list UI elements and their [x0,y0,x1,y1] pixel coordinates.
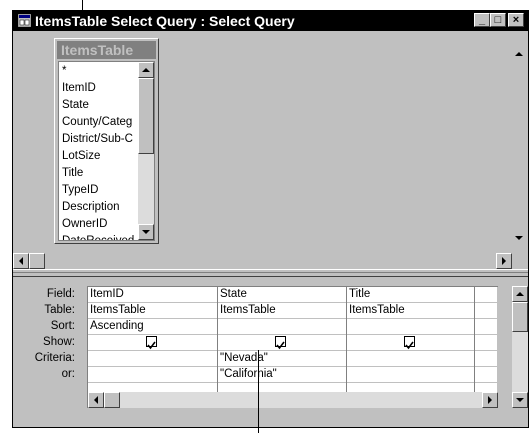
arrow-left-icon [19,257,23,265]
grid-cell-table[interactable]: ItemsTable [88,303,217,317]
grid-cell-sort[interactable]: Ascending [88,319,217,333]
design-grid-vscrollbar[interactable] [512,286,528,408]
design-grid-pane[interactable]: Field: Table: Sort: Show: Criteria: or: … [13,277,528,427]
row-label-show: Show: [43,336,75,348]
restore-button[interactable]: □ [490,13,506,27]
design-grid[interactable]: ItemID ItemsTable Ascending State ItemsT… [87,286,498,408]
grid-cell-table[interactable]: ItemsTable [218,303,346,317]
arrow-left-icon [94,396,98,404]
grid-cell-field[interactable]: Title [347,287,474,301]
arrow-up-icon [516,292,524,296]
field-list-title[interactable]: ItemsTable [57,41,156,59]
arrow-up-icon [515,52,523,56]
row-label-or: or: [61,368,75,380]
show-checkbox[interactable] [146,336,157,350]
field-list-item[interactable]: OwnerID [62,216,107,233]
field-list-item[interactable]: District/Sub-C [62,131,133,148]
row-label-criteria: Criteria: [34,352,75,364]
pane-splitter[interactable] [13,269,528,277]
field-list-item[interactable]: State [62,97,89,114]
field-list-item[interactable]: LotSize [62,148,100,165]
scroll-track [512,31,528,253]
close-button[interactable]: × [508,13,524,27]
scroll-right-button[interactable] [482,392,498,408]
grid-line [88,334,498,335]
design-grid-hscrollbar[interactable] [88,392,498,408]
scroll-down-button[interactable] [512,231,528,247]
grid-cell-table[interactable]: ItemsTable [347,303,474,317]
field-list-body[interactable]: * ItemID State County/Categ District/Sub… [58,61,155,241]
grid-line [474,286,475,408]
table-pane-hscrollbar[interactable] [13,253,512,269]
field-list-itemstable[interactable]: ItemsTable * ItemID State County/Categ D… [54,38,159,244]
field-list-item[interactable]: ItemID [62,80,96,97]
scroll-right-button[interactable] [496,253,512,269]
scroll-up-button[interactable] [512,286,528,302]
scroll-down-button[interactable] [512,392,528,408]
arrow-right-icon [502,257,506,265]
grid-line [88,382,498,383]
row-label-table: Table: [44,304,75,316]
field-list-item[interactable]: County/Categ [62,114,132,131]
field-list-item[interactable]: TypeID [62,182,98,199]
callout-line-bottom [258,350,259,433]
scroll-left-button[interactable] [88,392,104,408]
scroll-track [88,392,498,408]
arrow-right-icon [488,396,492,404]
check-icon [276,341,285,350]
check-icon [147,341,156,350]
scroll-thumb[interactable] [29,253,45,269]
field-list-item[interactable]: Description [62,199,120,216]
scroll-left-button[interactable] [13,253,29,269]
field-list-item[interactable]: Title [62,165,83,182]
title-bar[interactable]: ItemsTable Select Query : Select Query _… [13,11,528,31]
scroll-up-button[interactable] [512,47,528,63]
show-checkbox[interactable] [404,336,415,350]
arrow-down-icon [516,398,524,402]
minimize-button[interactable]: _ [474,13,490,27]
table-pane[interactable]: ItemsTable * ItemID State County/Categ D… [13,31,528,269]
table-pane-vscrollbar[interactable] [512,31,528,253]
field-list-item[interactable]: * [62,63,66,80]
field-list-item[interactable]: DateReceived [62,233,134,240]
field-list-scrollbar[interactable] [138,62,154,240]
row-label-field: Field: [46,288,75,300]
arrow-down-icon [142,230,150,234]
query-window: ItemsTable Select Query : Select Query _… [12,10,529,428]
arrow-down-icon [515,236,523,240]
query-icon [18,14,31,27]
scroll-up-button[interactable] [138,62,154,78]
scroll-thumb[interactable] [104,392,120,408]
scroll-down-button[interactable] [138,224,154,240]
show-checkbox[interactable] [275,336,286,350]
grid-cell-criteria[interactable]: "Nevada" [218,351,346,365]
grid-cell-field[interactable]: State [218,287,346,301]
scroll-thumb[interactable] [512,302,528,332]
check-icon [405,341,414,350]
grid-cell-or[interactable]: "California" [218,367,346,381]
arrow-up-icon [142,68,150,72]
grid-cell-field[interactable]: ItemID [88,287,217,301]
window-title: ItemsTable Select Query : Select Query [35,13,295,29]
row-label-sort: Sort: [50,320,75,332]
scroll-thumb[interactable] [138,78,154,154]
